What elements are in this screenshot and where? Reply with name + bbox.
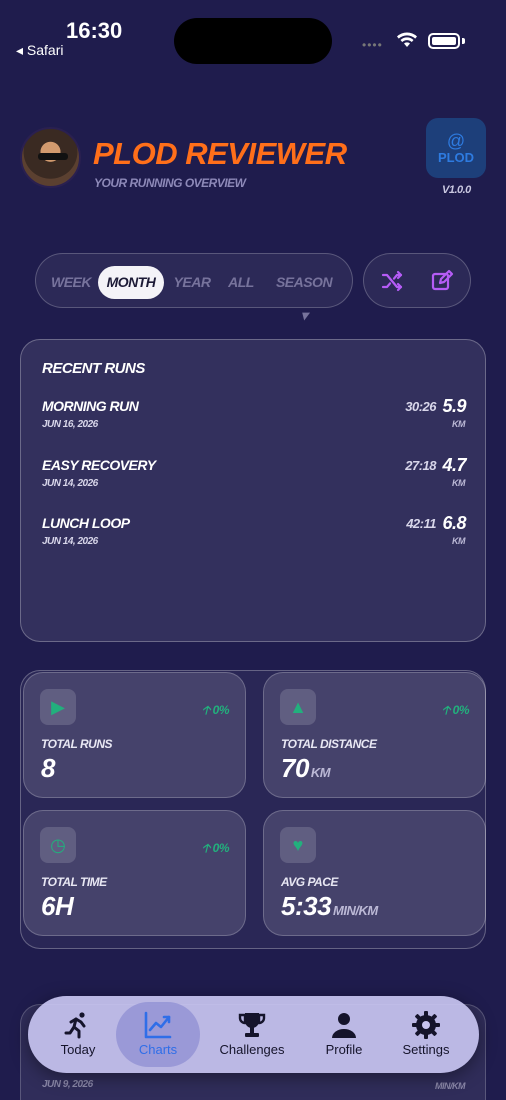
period-all[interactable]: ALL	[224, 266, 258, 299]
run-time: 42:11	[406, 516, 436, 531]
battery-nub	[462, 38, 465, 44]
arrow-up-icon: 🡡	[441, 703, 453, 717]
stats-grid: ▶ 🡡 0% TOTAL RUNS 8 ▲ 🡡 0% TOTAL DISTANC…	[20, 670, 486, 949]
heart-icon: ♥	[280, 827, 316, 863]
trophy-icon	[238, 1013, 266, 1037]
stat-total-time[interactable]: ◷ 🡡 0% TOTAL TIME 6H	[23, 810, 246, 936]
run-date: JUN 14, 2026	[42, 536, 98, 547]
road-icon: ▲	[280, 689, 316, 725]
stat-total-distance[interactable]: ▲ 🡡 0% TOTAL DISTANCE 70 KM	[263, 672, 486, 798]
stat-change-value: 0%	[452, 703, 470, 717]
avatar[interactable]	[20, 127, 81, 188]
tab-label: Charts	[138, 1042, 178, 1057]
stat-number: 8	[41, 753, 55, 783]
stat-unit: KM	[310, 765, 331, 780]
stat-change-value: 0%	[212, 841, 230, 855]
run-distance: 5.9	[442, 396, 466, 416]
run-name: MORNING RUN	[42, 398, 139, 414]
tab-settings[interactable]: Settings	[384, 1002, 468, 1067]
run-item[interactable]: MORNING RUN JUN 16, 2026 30:26 5.9 KM	[42, 396, 466, 438]
run-unit: KM	[452, 419, 466, 429]
tab-label: Settings	[402, 1042, 450, 1057]
period-week[interactable]: WEEK	[50, 266, 92, 299]
ghost-unit: MIN/KM	[435, 1081, 466, 1091]
back-to-safari-link[interactable]: ◂ Safari	[16, 42, 64, 59]
period-season-dropdown[interactable]: SEASON ▾	[272, 266, 336, 323]
version-label: V1.0.0	[442, 184, 471, 196]
stat-avg-pace[interactable]: ♥ AVG PACE 5:33 MIN/KM	[263, 810, 486, 936]
tab-profile[interactable]: Profile	[302, 1002, 386, 1067]
stat-value: 70 KM	[281, 753, 331, 784]
stat-label: TOTAL TIME	[41, 875, 107, 889]
runner-icon	[64, 1012, 86, 1039]
avatar-sunglasses	[38, 153, 68, 160]
status-time: 16:30	[66, 18, 123, 43]
run-distance: 6.8	[442, 513, 466, 533]
stat-change: 🡡 0%	[441, 701, 470, 722]
run-date: JUN 14, 2026	[42, 478, 98, 489]
tab-charts[interactable]: Charts	[116, 1002, 200, 1067]
run-item[interactable]: EASY RECOVERY JUN 14, 2026 27:18 4.7 KM	[42, 455, 466, 497]
run-unit: KM	[452, 536, 466, 546]
run-item[interactable]: LUNCH LOOP JUN 14, 2026 42:11 6.8 KM	[42, 513, 466, 555]
stat-label: AVG PACE	[281, 875, 338, 889]
tab-label: Profile	[325, 1042, 363, 1057]
stat-value: 6H	[41, 891, 74, 922]
stat-unit: MIN/KM	[333, 903, 378, 918]
recent-runs-card: RECENT RUNS MORNING RUN JUN 16, 2026 30:…	[20, 339, 486, 642]
dynamic-island	[174, 18, 332, 64]
logo-text: PLOD	[437, 149, 475, 165]
app-title: PLOD REVIEWER	[93, 136, 347, 171]
run-time: 27:18	[405, 458, 436, 473]
run-date: JUN 16, 2026	[42, 419, 98, 430]
stat-label: TOTAL RUNS	[41, 737, 113, 751]
period-selector: WEEK MONTH YEAR ALL SEASON ▾	[35, 253, 353, 323]
period-month[interactable]: MONTH	[98, 266, 164, 299]
arrow-up-icon: 🡡	[201, 703, 213, 717]
stat-number: 5:33	[281, 891, 332, 921]
clock-icon: ◷	[40, 827, 76, 863]
snail-icon: @	[446, 130, 466, 151]
shuffle-icon[interactable]	[380, 269, 404, 293]
gear-icon	[412, 1011, 440, 1039]
tab-label: Today	[60, 1042, 96, 1057]
action-buttons	[363, 253, 471, 308]
run-name: EASY RECOVERY	[42, 457, 156, 473]
battery-icon	[428, 33, 460, 49]
run-distance: 4.7	[442, 455, 466, 475]
recent-runs-title: RECENT RUNS	[42, 360, 145, 377]
wifi-icon	[397, 32, 417, 47]
stat-change: 🡡 0%	[201, 839, 230, 860]
play-icon: ▶	[40, 689, 76, 725]
run-unit: KM	[452, 478, 466, 488]
plod-logo: @ PLOD	[426, 118, 486, 178]
stat-value: 5:33 MIN/KM	[281, 891, 378, 922]
signal-dots: ••••	[362, 38, 383, 52]
stat-value: 8	[41, 753, 55, 784]
person-icon	[332, 1013, 356, 1038]
tab-label: Challenges	[219, 1042, 285, 1057]
stat-change-value: 0%	[212, 703, 230, 717]
edit-icon[interactable]	[430, 269, 454, 293]
stat-number: 70	[281, 753, 309, 783]
stat-total-runs[interactable]: ▶ 🡡 0% TOTAL RUNS 8	[23, 672, 246, 798]
chart-icon	[144, 1011, 172, 1039]
stat-number: 6H	[41, 891, 74, 921]
ghost-date: JUN 9, 2026	[42, 1079, 93, 1090]
run-time: 30:26	[405, 399, 436, 414]
arrow-up-icon: 🡡	[201, 841, 213, 855]
stat-change: 🡡 0%	[201, 701, 230, 722]
period-year[interactable]: YEAR	[170, 266, 214, 299]
stat-label: TOTAL DISTANCE	[281, 737, 377, 751]
run-name: LUNCH LOOP	[42, 515, 130, 531]
app-subtitle: YOUR RUNNING OVERVIEW	[94, 176, 246, 190]
tab-today[interactable]: Today	[36, 1002, 120, 1067]
tab-challenges[interactable]: Challenges	[210, 1002, 294, 1067]
tab-bar: Today Charts Challenges Profile Settings	[28, 996, 479, 1073]
